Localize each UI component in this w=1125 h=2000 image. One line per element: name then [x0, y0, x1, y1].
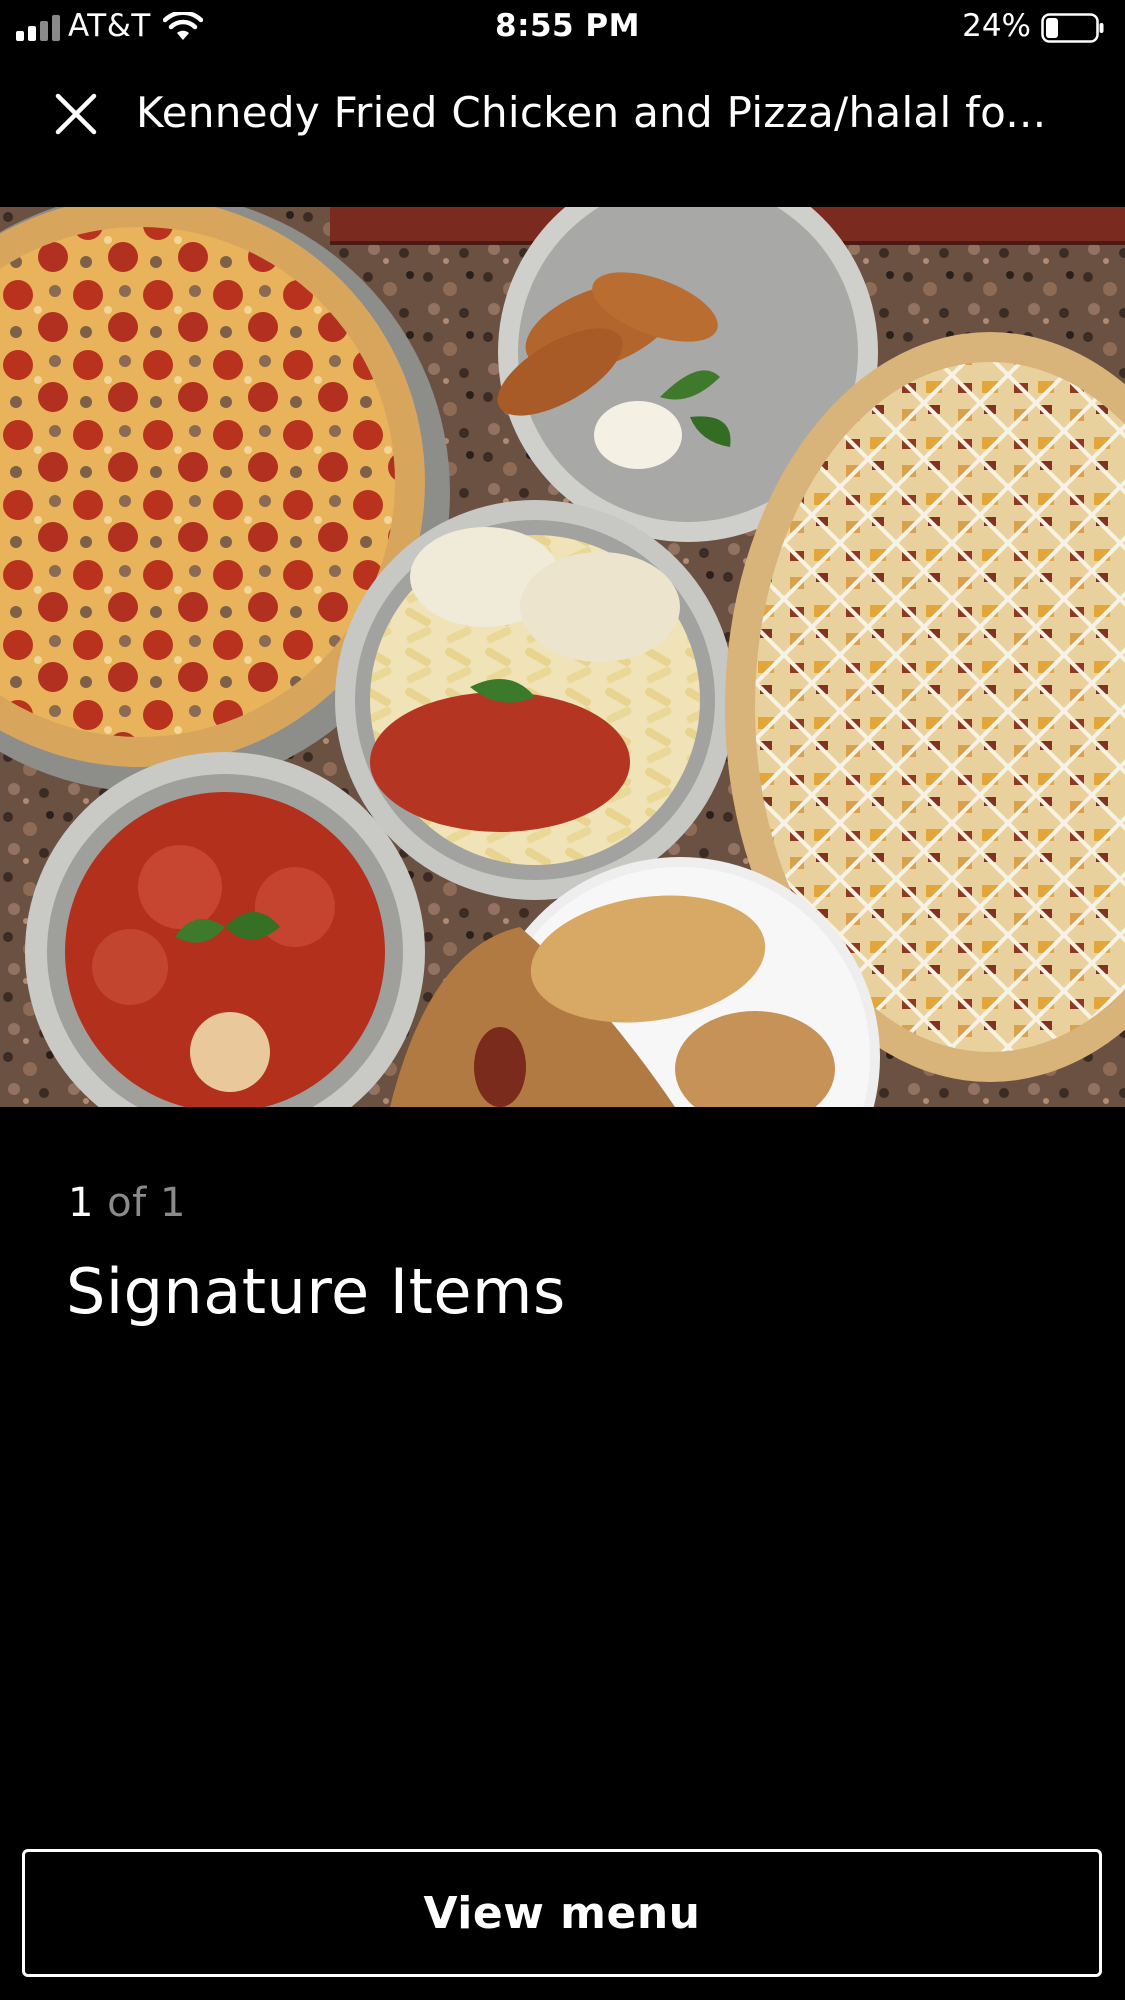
store-header: Kennedy Fried Chicken and Pizza/halal fo… — [0, 60, 1125, 150]
status-bar: AT&T 8:55 PM 24% — [0, 0, 1125, 56]
status-time: 8:55 PM — [495, 8, 640, 44]
battery-icon — [1041, 13, 1104, 43]
close-button[interactable] — [40, 78, 112, 150]
view-menu-button[interactable]: View menu — [22, 1849, 1102, 1977]
battery-percent: 24% — [962, 8, 1031, 44]
food-photo-image — [0, 207, 1125, 1107]
photo-counter-current: 1 — [68, 1180, 94, 1226]
photo-counter-total: of 1 — [93, 1180, 186, 1226]
close-icon — [55, 93, 97, 135]
photo-caption: Signature Items — [66, 1255, 566, 1328]
gallery-photo[interactable] — [0, 207, 1125, 1107]
store-title: Kennedy Fried Chicken and Pizza/halal fo… — [136, 88, 1047, 137]
photo-counter: 1 of 1 — [68, 1180, 186, 1226]
